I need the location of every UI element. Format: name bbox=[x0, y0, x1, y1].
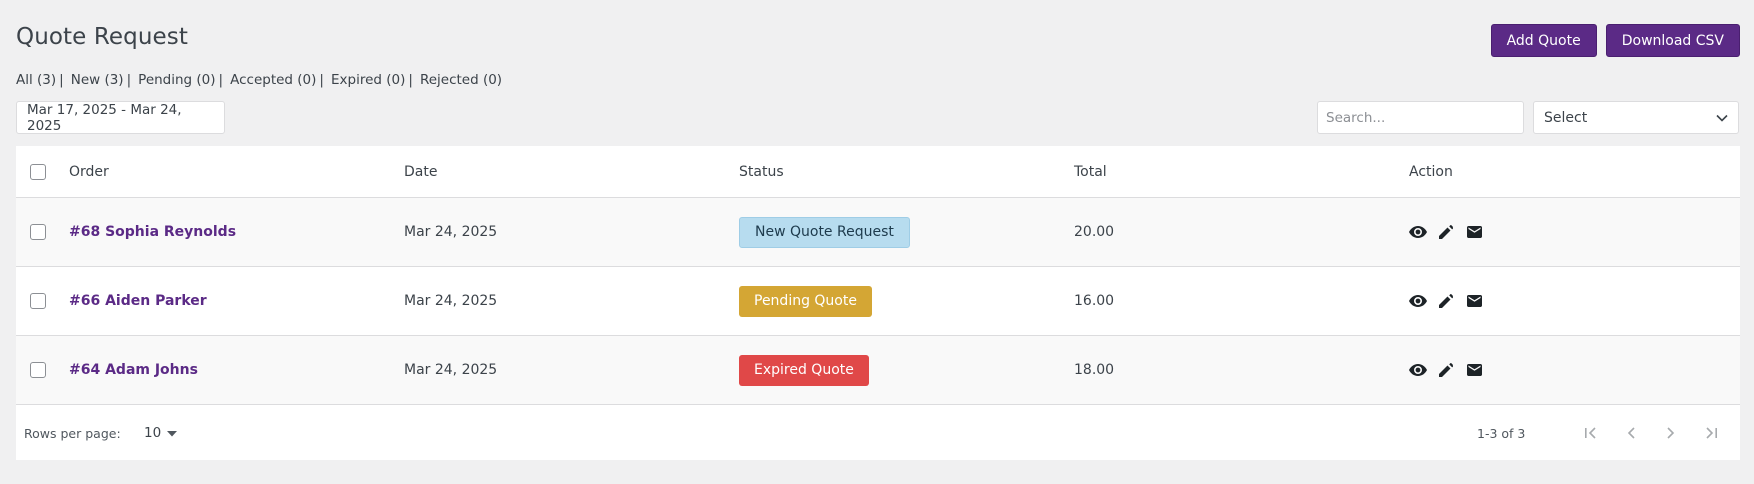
column-header-total[interactable]: Total bbox=[1074, 146, 1107, 197]
filter-accepted[interactable]: Accepted (0) bbox=[230, 72, 316, 88]
order-date: Mar 24, 2025 bbox=[404, 224, 498, 240]
column-header-action: Action bbox=[1409, 163, 1453, 180]
status-filter-links: All (3) | New (3) | Pending (0) | Accepted … bbox=[16, 72, 502, 88]
order-total: 18.00 bbox=[1074, 362, 1115, 378]
select-all-checkbox[interactable] bbox=[30, 163, 46, 180]
order-total: 20.00 bbox=[1074, 224, 1115, 240]
select-value: Select bbox=[1544, 109, 1588, 126]
row-checkbox[interactable] bbox=[30, 293, 46, 309]
table-header-row: Order Date Status Total Action bbox=[16, 146, 1740, 198]
column-header-order[interactable]: Order bbox=[69, 146, 109, 197]
filter-new[interactable]: New (3) bbox=[71, 72, 124, 88]
date-range-value: Mar 17, 2025 - Mar 24, 2025 bbox=[27, 101, 182, 134]
eye-icon[interactable] bbox=[1409, 223, 1427, 241]
rows-per-page-value: 10 bbox=[144, 425, 162, 441]
order-link[interactable]: #68 Sophia Reynolds bbox=[69, 224, 236, 240]
table-row: #66 Aiden Parker Mar 24, 2025 Pending Qu… bbox=[16, 267, 1740, 336]
pagination-controls bbox=[1581, 406, 1721, 460]
quotes-table: Order Date Status Total Action #68 Sophi… bbox=[16, 146, 1740, 460]
pencil-icon[interactable] bbox=[1437, 223, 1455, 241]
chevron-down-icon bbox=[1716, 110, 1728, 126]
rows-per-page-select[interactable]: 10 bbox=[144, 406, 178, 460]
row-checkbox[interactable] bbox=[30, 362, 46, 378]
filter-all[interactable]: All (3) bbox=[16, 72, 56, 88]
eye-icon[interactable] bbox=[1409, 361, 1427, 379]
bulk-select-dropdown[interactable]: Select bbox=[1533, 101, 1739, 134]
envelope-icon[interactable] bbox=[1465, 292, 1483, 310]
filter-separator: | bbox=[59, 72, 64, 88]
filter-separator: | bbox=[218, 72, 224, 88]
prev-page-icon[interactable] bbox=[1621, 423, 1641, 443]
table-pagination: Rows per page: 10 1-3 of 3 bbox=[16, 406, 1740, 460]
pagination-range: 1-3 of 3 bbox=[1477, 425, 1526, 441]
filter-rejected[interactable]: Rejected (0) bbox=[420, 72, 502, 88]
envelope-icon[interactable] bbox=[1465, 361, 1483, 379]
top-actions: Add Quote Download CSV bbox=[1490, 24, 1740, 57]
filter-expired[interactable]: Expired (0) bbox=[331, 72, 405, 88]
status-badge: New Quote Request bbox=[739, 216, 910, 248]
add-quote-button[interactable]: Add Quote bbox=[1490, 24, 1597, 57]
page-title: Quote Request bbox=[16, 24, 188, 50]
filter-separator: | bbox=[126, 72, 132, 88]
status-badge: Expired Quote bbox=[739, 354, 869, 386]
row-actions bbox=[1409, 198, 1483, 266]
next-page-icon[interactable] bbox=[1661, 423, 1681, 443]
order-link[interactable]: #64 Adam Johns bbox=[69, 362, 198, 378]
rows-per-page-label: Rows per page: bbox=[24, 425, 121, 441]
order-date: Mar 24, 2025 bbox=[404, 293, 498, 309]
status-badge: Pending Quote bbox=[739, 285, 872, 317]
filter-pending[interactable]: Pending (0) bbox=[138, 72, 215, 88]
envelope-icon[interactable] bbox=[1465, 223, 1483, 241]
first-page-icon[interactable] bbox=[1581, 423, 1601, 443]
filter-separator: | bbox=[319, 72, 324, 88]
filter-separator: | bbox=[408, 72, 413, 88]
order-total: 16.00 bbox=[1074, 293, 1115, 309]
last-page-icon[interactable] bbox=[1701, 423, 1721, 443]
row-actions bbox=[1409, 336, 1483, 404]
date-range-picker[interactable]: Mar 17, 2025 - Mar 24, 2025 bbox=[16, 101, 225, 134]
download-csv-button[interactable]: Download CSV bbox=[1605, 24, 1740, 57]
order-link[interactable]: #66 Aiden Parker bbox=[69, 293, 207, 309]
table-row: #68 Sophia Reynolds Mar 24, 2025 New Quo… bbox=[16, 198, 1740, 267]
column-header-date[interactable]: Date bbox=[404, 146, 437, 197]
eye-icon[interactable] bbox=[1409, 292, 1427, 310]
column-header-status[interactable]: Status bbox=[739, 146, 784, 197]
pencil-icon[interactable] bbox=[1437, 292, 1455, 310]
order-date: Mar 24, 2025 bbox=[404, 362, 498, 378]
row-checkbox[interactable] bbox=[30, 224, 46, 240]
table-row: #64 Adam Johns Mar 24, 2025 Expired Quot… bbox=[16, 336, 1740, 405]
row-actions bbox=[1409, 267, 1483, 335]
caret-down-icon bbox=[167, 425, 178, 441]
search-input[interactable] bbox=[1317, 101, 1524, 134]
pencil-icon[interactable] bbox=[1437, 361, 1455, 379]
